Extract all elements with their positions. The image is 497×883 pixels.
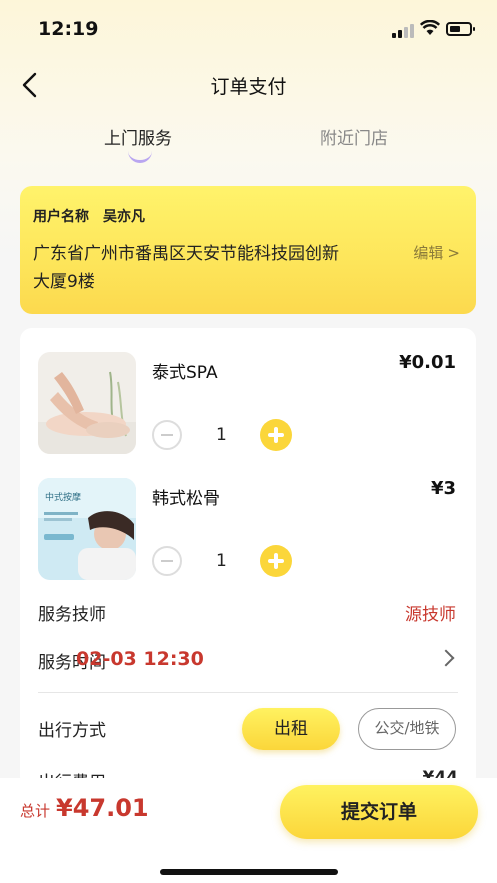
address-text: 广东省广州市番禺区天安节能科技园创新大厦9楼 <box>33 244 339 292</box>
submit-order-button[interactable]: 提交订单 <box>280 785 478 839</box>
poster-title: 中式按摩 <box>45 493 82 503</box>
status-time: 12:19 <box>38 18 99 40</box>
quantity-value: 1 <box>216 425 227 445</box>
tab-home-service[interactable]: 上门服务 <box>104 124 172 149</box>
page-title: 订单支付 <box>210 76 287 98</box>
address-user: 用户名称 吴亦凡 <box>33 206 145 226</box>
plus-icon[interactable] <box>260 545 292 577</box>
edit-address-button[interactable]: 编辑 > <box>413 242 460 263</box>
item-name: 泰式SPA <box>152 363 218 383</box>
nav-bar: 订单支付 <box>0 62 497 106</box>
chevron-right-icon <box>437 649 455 667</box>
service-time-row[interactable]: 服务时间 02-03 12:30 <box>38 648 456 678</box>
bottom-bar: 总计 ¥47.01 提交订单 <box>0 778 497 883</box>
order-item: 中式按摩 韩式松骨 ¥3 1 <box>38 478 458 588</box>
minus-icon[interactable] <box>152 420 182 450</box>
address-card[interactable]: 用户名称 吴亦凡 广东省广州市番禺区天安节能科技园创新大厦9楼 编辑 > <box>20 186 476 314</box>
status-bar: 12:19 <box>0 0 497 60</box>
travel-label: 出行方式 <box>38 721 106 741</box>
divider <box>38 692 458 693</box>
signal-icon <box>392 24 414 38</box>
massage-photo-icon <box>38 352 136 454</box>
service-time-value: 02-03 12:30 <box>76 648 204 670</box>
wifi-icon <box>420 20 440 35</box>
chevron-right-icon: > <box>447 244 460 262</box>
total-amount: ¥47.01 <box>56 794 149 822</box>
tab-indicator <box>128 150 152 163</box>
battery-icon <box>446 22 475 36</box>
order-card: 泰式SPA ¥0.01 1 中式按摩 韩式松骨 ¥3 1 服务技师 源技师 服务… <box>20 328 476 788</box>
tab-nearby-store[interactable]: 附近门店 <box>320 124 388 149</box>
chinese-massage-poster-icon: 中式按摩 <box>38 478 136 580</box>
technician-row[interactable]: 服务技师 源技师 <box>38 600 456 630</box>
user-name: 吴亦凡 <box>103 209 145 225</box>
travel-bus-button[interactable]: 公交/地铁 <box>358 708 456 750</box>
edit-label: 编辑 <box>413 244 444 262</box>
total: 总计 ¥47.01 <box>20 794 149 822</box>
quantity-value: 1 <box>216 551 227 571</box>
tab-bar: 上门服务 附近门店 <box>0 118 497 168</box>
technician-value: 源技师 <box>405 605 456 625</box>
total-label: 总计 <box>20 802 51 820</box>
order-item: 泰式SPA ¥0.01 1 <box>38 352 458 462</box>
item-price: ¥3 <box>430 478 456 499</box>
user-label: 用户名称 <box>33 209 89 225</box>
technician-label: 服务技师 <box>38 605 106 625</box>
minus-icon[interactable] <box>152 546 182 576</box>
travel-taxi-button[interactable]: 出租 <box>242 708 340 750</box>
home-indicator <box>160 869 338 875</box>
item-name: 韩式松骨 <box>152 489 220 509</box>
item-price: ¥0.01 <box>399 352 456 373</box>
plus-icon[interactable] <box>260 419 292 451</box>
